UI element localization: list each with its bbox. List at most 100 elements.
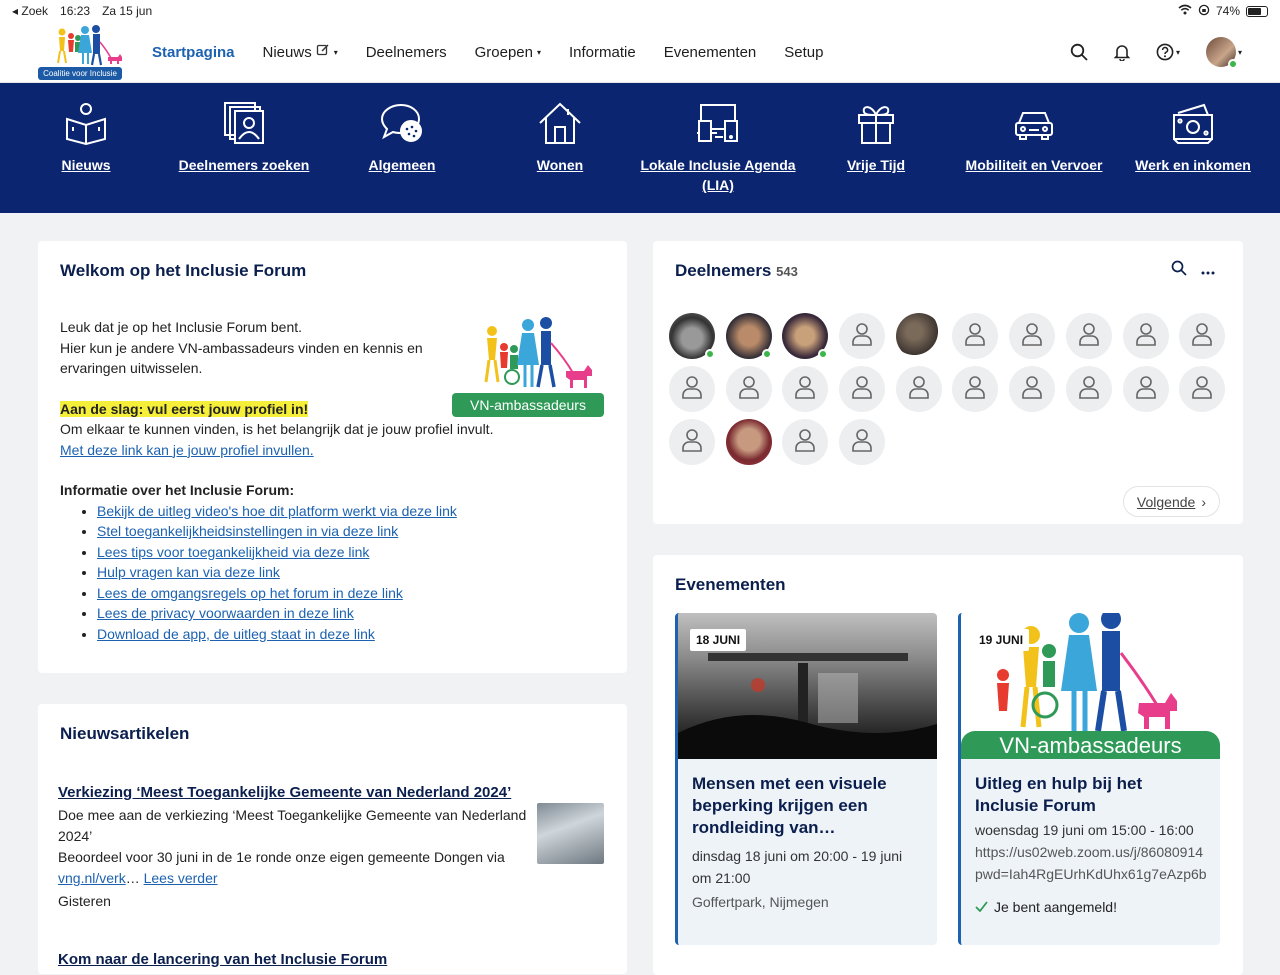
- events-title: Evenementen: [675, 575, 786, 594]
- next-button[interactable]: Volgende ›: [1122, 486, 1220, 517]
- avatar[interactable]: [1205, 37, 1238, 69]
- nav-startpagina[interactable]: Startpagina: [152, 44, 235, 61]
- info-link[interactable]: Lees de privacy voorwaarden in deze link: [97, 605, 354, 621]
- info-link[interactable]: Hulp vragen kan via deze link: [97, 564, 280, 580]
- online-indicator: [761, 349, 772, 359]
- nav-deelnemers[interactable]: Deelnemers: [366, 44, 447, 61]
- nav-groepen[interactable]: Groepen ▾: [475, 44, 541, 61]
- nav-evenementen[interactable]: Evenementen: [664, 44, 757, 61]
- back-to-search[interactable]: ◂ Zoek: [12, 4, 48, 18]
- event-title[interactable]: Uitleg en hulp bij het Inclusie Forum: [975, 773, 1206, 817]
- member-avatar-placeholder[interactable]: [895, 366, 942, 412]
- compose-icon[interactable]: [316, 43, 330, 61]
- category-werk-inkomen[interactable]: Werk en inkomen: [1103, 101, 1280, 175]
- category-deelnemers-zoeken[interactable]: Deelnemers zoeken: [154, 101, 334, 175]
- event-title[interactable]: Mensen met een visuele beperking krijgen…: [692, 773, 923, 839]
- category-bar: Nieuws Deelnemers zoeken Algemeen Wonen …: [0, 83, 1280, 213]
- member-avatar[interactable]: [725, 419, 772, 465]
- category-algemeen[interactable]: Algemeen: [312, 101, 492, 175]
- members-card: Deelnemers 543 Volgende ›: [653, 241, 1243, 524]
- help-icon[interactable]: ▾: [1156, 43, 1180, 61]
- event-url[interactable]: https://us02web.zoom.us/j/86080914: [975, 841, 1206, 863]
- logo-caption: Coalitie voor Inclusie: [38, 67, 122, 80]
- member-avatar-placeholder[interactable]: [839, 366, 886, 412]
- more-options-icon[interactable]: [1201, 262, 1215, 280]
- battery-icon: [1246, 5, 1268, 17]
- list-item: Download de app, de uitleg staat in deze…: [97, 624, 605, 645]
- read-more-link[interactable]: Lees verder: [144, 870, 218, 886]
- user-placeholder-icon: [851, 322, 873, 351]
- category-mobiliteit[interactable]: Mobiliteit en Vervoer: [944, 101, 1124, 175]
- event-card[interactable]: VN-ambassadeurs 19 JUNI Uitleg en hulp b…: [958, 613, 1220, 945]
- info-link[interactable]: Stel toegankelijkheidsinstellingen in vi…: [97, 523, 398, 539]
- user-placeholder-icon: [964, 375, 986, 404]
- member-avatar-placeholder[interactable]: [725, 366, 772, 412]
- member-avatar-placeholder[interactable]: [952, 366, 999, 412]
- member-avatar[interactable]: [782, 313, 829, 359]
- chevron-down-icon: ▾: [536, 47, 541, 57]
- site-logo[interactable]: Coalitie voor Inclusie: [38, 24, 124, 80]
- member-avatar-placeholder[interactable]: [1009, 366, 1056, 412]
- category-wonen[interactable]: Wonen: [470, 101, 650, 175]
- event-card[interactable]: 18 JUNI Mensen met een visuele beperking…: [675, 613, 937, 945]
- member-avatar[interactable]: [895, 313, 942, 359]
- welcome-intro-2: Hier kun je andere VN-ambassadeurs vinde…: [60, 339, 423, 377]
- user-placeholder-icon: [1135, 375, 1157, 404]
- devices-icon: [628, 101, 808, 145]
- member-avatar-placeholder[interactable]: [839, 313, 886, 359]
- member-avatar-placeholder[interactable]: [839, 419, 886, 465]
- member-avatar-placeholder[interactable]: [1122, 313, 1169, 359]
- member-avatar-placeholder[interactable]: [669, 366, 715, 412]
- battery-percent: 74%: [1215, 4, 1240, 18]
- member-grid: [669, 313, 1226, 465]
- search-icon[interactable]: [1070, 43, 1088, 61]
- event-url-continued[interactable]: pwd=Iah4RgEUrhKdUhx61g7eAzp6b: [975, 863, 1206, 885]
- info-link[interactable]: Bekijk de uitleg video's hoe dit platfor…: [97, 503, 457, 519]
- profile-link[interactable]: Met deze link kan je jouw profiel invull…: [60, 442, 314, 458]
- category-vrije-tijd[interactable]: Vrije Tijd: [786, 101, 966, 175]
- info-link[interactable]: Download de app, de uitleg staat in deze…: [97, 626, 375, 642]
- member-avatar-placeholder[interactable]: [1179, 313, 1226, 359]
- members-title: Deelnemers: [675, 261, 772, 280]
- news-thumbnail[interactable]: [537, 803, 604, 864]
- user-menu[interactable]: ▾: [1205, 37, 1242, 69]
- user-placeholder-icon: [1078, 322, 1100, 351]
- category-lia[interactable]: Lokale Inclusie Agenda (LIA): [628, 101, 808, 195]
- news-article-title-2[interactable]: Kom naar de lancering van het Inclusie F…: [58, 951, 605, 968]
- nav-setup[interactable]: Setup: [784, 44, 823, 61]
- news-article-body: Doe mee aan de verkiezing ‘Meest Toegank…: [58, 807, 527, 886]
- nav-nieuws[interactable]: Nieuws ▾: [263, 43, 338, 61]
- checkmark-icon: [975, 899, 988, 915]
- member-avatar-placeholder[interactable]: [1179, 366, 1226, 412]
- member-avatar-placeholder[interactable]: [1009, 313, 1056, 359]
- nav-informatie[interactable]: Informatie: [569, 44, 636, 61]
- online-indicator: [818, 349, 829, 359]
- user-placeholder-icon: [908, 375, 930, 404]
- event-image: 18 JUNI: [678, 613, 937, 759]
- event-image: VN-ambassadeurs 19 JUNI: [961, 613, 1220, 759]
- info-link[interactable]: Lees tips voor toegankelijkheid via deze…: [97, 544, 369, 560]
- profile-text: Om elkaar te kunnen vinden, is het belan…: [60, 421, 494, 437]
- news-date: Gisteren: [58, 893, 111, 909]
- member-avatar-placeholder[interactable]: [1122, 366, 1169, 412]
- info-link[interactable]: Lees de omgangsregels op het forum in de…: [97, 585, 403, 601]
- news-source-link[interactable]: vng.nl/verk: [58, 870, 126, 886]
- member-avatar[interactable]: [725, 313, 772, 359]
- member-avatar-placeholder[interactable]: [782, 366, 829, 412]
- wifi-icon: [1178, 4, 1192, 18]
- car-icon: [944, 101, 1124, 145]
- user-placeholder-icon: [681, 428, 703, 457]
- member-avatar-placeholder[interactable]: [1065, 366, 1112, 412]
- member-avatar-placeholder[interactable]: [952, 313, 999, 359]
- category-nieuws[interactable]: Nieuws: [0, 101, 176, 175]
- book-reader-icon: [0, 101, 176, 145]
- member-avatar-placeholder[interactable]: [1065, 313, 1112, 359]
- member-avatar[interactable]: [669, 313, 715, 359]
- info-links: Bekijk de uitleg video's hoe dit platfor…: [97, 501, 605, 645]
- search-icon[interactable]: [1171, 260, 1187, 281]
- bell-icon[interactable]: [1113, 43, 1130, 61]
- chevron-right-icon: ›: [1201, 493, 1206, 510]
- member-avatar-placeholder[interactable]: [669, 419, 715, 465]
- news-article-title[interactable]: Verkiezing ‘Meest Toegankelijke Gemeente…: [58, 784, 605, 801]
- member-avatar-placeholder[interactable]: [782, 419, 829, 465]
